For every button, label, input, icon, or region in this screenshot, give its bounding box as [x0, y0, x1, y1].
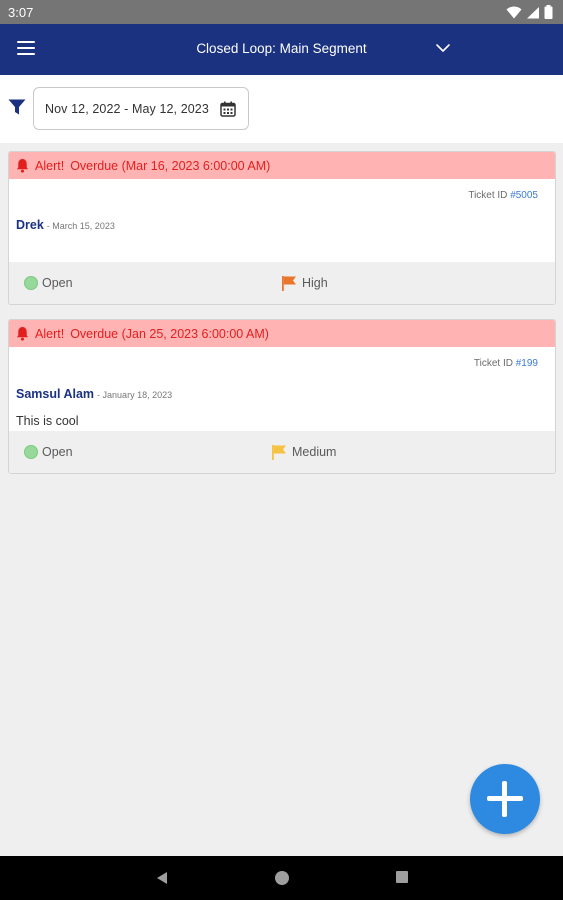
- ticket-id-link[interactable]: #199: [516, 358, 538, 369]
- alert-banner: Alert! Overdue (Mar 16, 2023 6:00:00 AM): [9, 152, 555, 179]
- priority-text: Medium: [292, 445, 337, 459]
- flag-icon: [282, 276, 296, 291]
- ticket-id-link[interactable]: #5005: [510, 190, 538, 201]
- author-name[interactable]: Samsul Alam: [16, 387, 94, 401]
- ticket-card[interactable]: Alert! Overdue (Jan 25, 2023 6:00:00 AM)…: [8, 319, 556, 474]
- ticket-id-label: Ticket ID: [468, 190, 508, 201]
- alert-label: Alert!: [35, 158, 65, 173]
- chevron-down-icon[interactable]: [435, 40, 451, 56]
- priority-text: High: [302, 276, 328, 290]
- add-ticket-button[interactable]: [470, 764, 540, 834]
- filter-icon[interactable]: [8, 99, 26, 115]
- status-icons: [506, 5, 553, 19]
- page-title: Closed Loop: Main Segment: [196, 41, 367, 56]
- back-triangle-icon[interactable]: [155, 871, 169, 885]
- author-row: Drek - March 15, 2023: [16, 218, 115, 232]
- alert-label: Alert!: [35, 326, 65, 341]
- card-footer: Open Medium: [9, 431, 555, 473]
- status-bar: 3:07: [0, 0, 563, 24]
- author-row: Samsul Alam - January 18, 2023: [16, 387, 172, 401]
- date-range-picker[interactable]: Nov 12, 2022 - May 12, 2023: [33, 87, 249, 130]
- date-range-text: Nov 12, 2022 - May 12, 2023: [45, 101, 209, 116]
- filter-bar: Nov 12, 2022 - May 12, 2023: [0, 75, 563, 143]
- ticket-card[interactable]: Alert! Overdue (Mar 16, 2023 6:00:00 AM)…: [8, 151, 556, 305]
- post-date: - March 15, 2023: [46, 221, 115, 231]
- card-footer: Open High: [9, 262, 555, 304]
- author-name[interactable]: Drek: [16, 218, 44, 232]
- post-date: - January 18, 2023: [97, 390, 173, 400]
- home-circle-icon[interactable]: [275, 871, 289, 885]
- calendar-icon: [220, 101, 236, 117]
- battery-icon: [544, 5, 553, 19]
- alert-text: Overdue (Mar 16, 2023 6:00:00 AM): [70, 158, 271, 173]
- alert-text: Overdue (Jan 25, 2023 6:00:00 AM): [70, 326, 269, 341]
- status-text: Open: [42, 276, 73, 290]
- system-nav-bar: [0, 856, 563, 900]
- ticket-id: Ticket ID #5005: [468, 190, 538, 201]
- status-text: Open: [42, 445, 73, 459]
- flag-icon: [272, 445, 286, 460]
- hamburger-menu-icon[interactable]: [17, 41, 35, 55]
- ticket-id-label: Ticket ID: [473, 358, 513, 369]
- wifi-icon: [506, 6, 522, 18]
- status-time: 3:07: [8, 4, 34, 20]
- alert-banner: Alert! Overdue (Jan 25, 2023 6:00:00 AM): [9, 320, 555, 347]
- ticket-description: This is cool: [16, 414, 79, 428]
- status-dot-icon: [24, 445, 38, 459]
- ticket-id: Ticket ID #199: [474, 358, 538, 369]
- bell-icon: [16, 158, 29, 173]
- bell-icon: [16, 326, 29, 341]
- signal-icon: [527, 6, 539, 18]
- status-dot-icon: [24, 276, 38, 290]
- app-bar: Closed Loop: Main Segment: [0, 24, 563, 75]
- recents-square-icon[interactable]: [396, 871, 408, 883]
